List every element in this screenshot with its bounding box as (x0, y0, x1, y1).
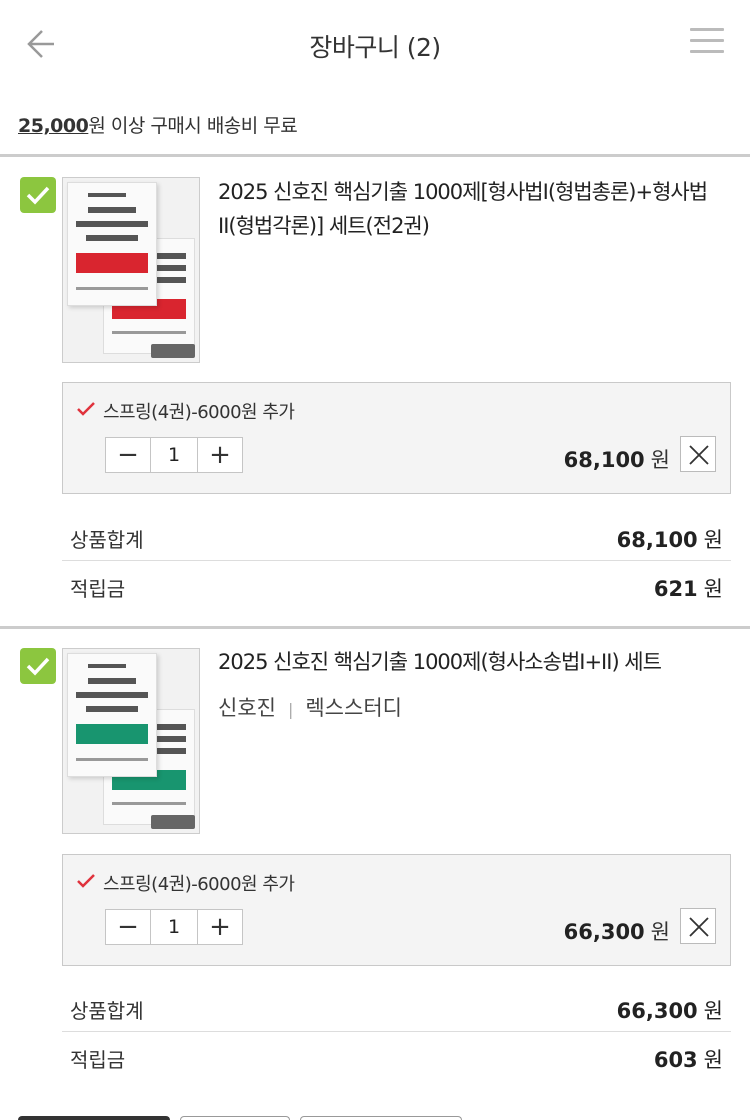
separator: | (287, 699, 294, 719)
product-title[interactable]: 2025 신호진 핵심기출 1000제(형사소송법I+II) 세트 (218, 645, 733, 679)
checkmark-icon (26, 657, 50, 676)
points-unit: 원 (703, 577, 723, 601)
product-thumbnail[interactable] (62, 177, 200, 363)
action-button[interactable] (180, 1116, 290, 1120)
subtotal-value: 68,100 원 (617, 524, 723, 554)
option-label: 스프링(4권)-6000원 추가 (103, 402, 295, 423)
product-title[interactable]: 2025 신호진 핵심기출 1000제[형사법I(형법총론)+형사법II(형법각… (218, 175, 733, 243)
option-label: 스프링(4권)-6000원 추가 (103, 874, 295, 895)
option-price: 68,100 원 (564, 444, 670, 474)
product-thumbnail[interactable] (62, 648, 200, 834)
book-cover-front (67, 653, 157, 777)
points-label: 적립금 (70, 1048, 126, 1072)
option-price-value: 66,300 (563, 920, 645, 944)
check-icon (77, 873, 95, 892)
quantity-value[interactable]: 1 (150, 910, 198, 944)
option-price-value: 68,100 (563, 448, 645, 472)
option-price-unit: 원 (650, 920, 670, 944)
points-value: 603 원 (654, 1044, 723, 1074)
option-box: 스프링(4권)-6000원 추가 − 1 + 66,300 원 (62, 854, 731, 966)
points-amount: 621 (653, 577, 698, 601)
free-shipping-text: 원 이상 구매시 배송비 무료 (88, 115, 298, 137)
action-button[interactable] (300, 1116, 462, 1120)
check-icon (77, 401, 95, 420)
free-shipping-notice: 25,000원 이상 구매시 배송비 무료 (18, 111, 298, 138)
points-value: 621 원 (654, 573, 723, 603)
author-publisher-row: 신호진 | 렉스스터디 (218, 692, 402, 722)
subtotal-label: 상품합계 (70, 528, 144, 552)
subtotal-row: 상품합계 68,100 원 (62, 512, 731, 560)
subtotal-amount: 68,100 (616, 528, 698, 552)
publisher-logo (151, 815, 195, 829)
book-cover-front (67, 182, 157, 306)
points-row: 적립금 621 원 (62, 561, 731, 609)
header: 장바구니 (2) (0, 0, 750, 88)
minus-button[interactable]: − (106, 438, 150, 472)
divider (0, 154, 750, 157)
remove-option-button[interactable] (680, 908, 716, 944)
option-box: 스프링(4권)-6000원 추가 − 1 + 68,100 원 (62, 382, 731, 494)
points-unit: 원 (703, 1048, 723, 1072)
page-title: 장바구니 (2) (309, 33, 441, 62)
divider (0, 626, 750, 629)
close-icon (689, 917, 709, 937)
publisher-name[interactable]: 렉스스터디 (305, 696, 402, 720)
publisher-logo (151, 344, 195, 358)
close-icon (689, 445, 709, 465)
option-price: 66,300 원 (564, 916, 670, 946)
subtotal-unit: 원 (703, 999, 723, 1023)
checkmark-icon (26, 186, 50, 205)
quantity-value[interactable]: 1 (150, 438, 198, 472)
points-row: 적립금 603 원 (62, 1032, 731, 1080)
plus-button[interactable]: + (198, 438, 242, 472)
minus-button[interactable]: − (106, 910, 150, 944)
item-checkbox[interactable] (20, 177, 56, 213)
subtotal-value: 66,300 원 (617, 995, 723, 1025)
quantity-stepper: − 1 + (105, 909, 243, 945)
free-shipping-amount: 25,000 (18, 115, 89, 137)
points-amount: 603 (653, 1048, 698, 1072)
remove-option-button[interactable] (680, 436, 716, 472)
bottom-action-bar (0, 1116, 750, 1120)
subtotal-row: 상품합계 66,300 원 (62, 983, 731, 1031)
quantity-stepper: − 1 + (105, 437, 243, 473)
option-price-unit: 원 (650, 448, 670, 472)
subtotal-label: 상품합계 (70, 999, 144, 1023)
action-button[interactable] (18, 1116, 170, 1120)
hamburger-menu-icon[interactable] (690, 28, 724, 56)
subtotal-amount: 66,300 (616, 999, 698, 1023)
item-checkbox[interactable] (20, 648, 56, 684)
author-name[interactable]: 신호진 (218, 696, 276, 720)
plus-button[interactable]: + (198, 910, 242, 944)
subtotal-unit: 원 (703, 528, 723, 552)
points-label: 적립금 (70, 577, 126, 601)
